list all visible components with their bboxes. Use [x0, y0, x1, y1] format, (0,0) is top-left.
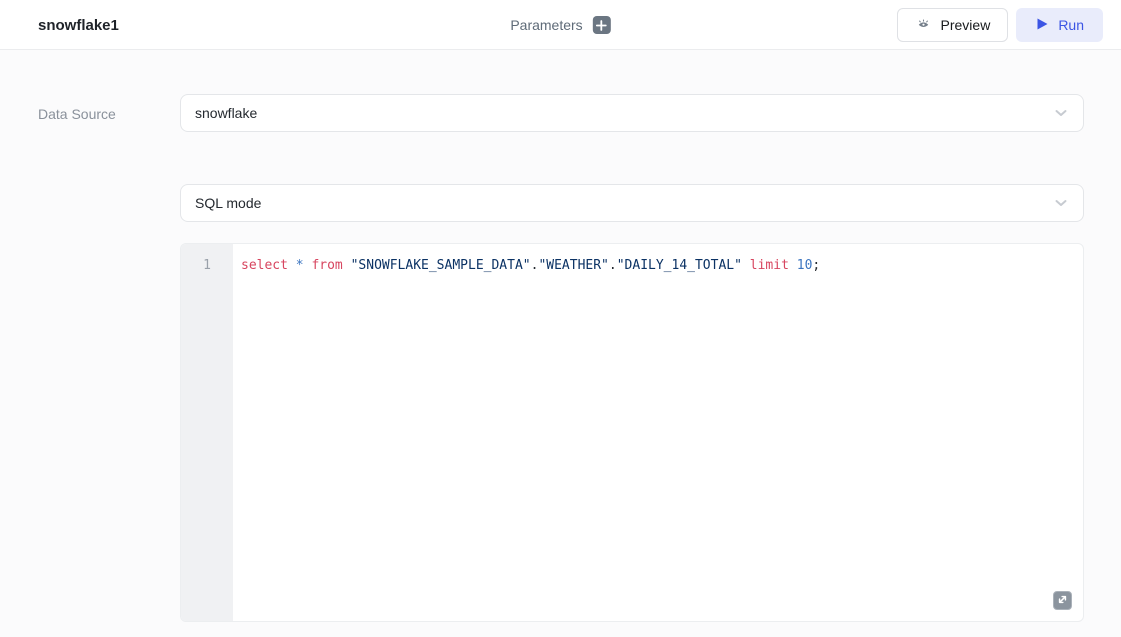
- run-button[interactable]: Run: [1016, 8, 1103, 42]
- topbar-actions: Preview Run: [897, 8, 1103, 42]
- editor-gutter: 1: [181, 244, 233, 621]
- parameters-label: Parameters: [510, 17, 582, 33]
- data-source-label: Data Source: [38, 106, 116, 122]
- sql-token: [789, 258, 797, 273]
- query-mode-value: SQL mode: [195, 195, 261, 211]
- add-parameter-button[interactable]: [593, 16, 611, 34]
- query-mode-select[interactable]: SQL mode: [180, 184, 1084, 222]
- query-title: snowflake1: [38, 0, 119, 50]
- chevron-down-icon: [1053, 195, 1069, 211]
- sql-token: limit: [750, 258, 789, 273]
- sql-token: [288, 258, 296, 273]
- plus-icon: [596, 20, 607, 31]
- run-button-label: Run: [1058, 17, 1084, 33]
- eye-icon: [915, 16, 932, 35]
- sql-token: [343, 258, 351, 273]
- sql-token: *: [296, 258, 304, 273]
- expand-editor-button[interactable]: [1053, 591, 1072, 610]
- sql-token: .: [609, 258, 617, 273]
- sql-token: "SNOWFLAKE_SAMPLE_DATA": [351, 258, 531, 273]
- data-source-select[interactable]: snowflake: [180, 94, 1084, 132]
- editor-code-area[interactable]: select * from "SNOWFLAKE_SAMPLE_DATA"."W…: [233, 244, 1083, 621]
- sql-token: [742, 258, 750, 273]
- data-source-value: snowflake: [195, 105, 257, 121]
- preview-button[interactable]: Preview: [897, 8, 1009, 42]
- preview-button-label: Preview: [941, 17, 991, 33]
- sql-token: from: [311, 258, 342, 273]
- sql-token: "WEATHER": [538, 258, 608, 273]
- topbar: snowflake1 Parameters Preview Run: [0, 0, 1121, 50]
- play-icon: [1035, 17, 1049, 34]
- sql-editor[interactable]: 1 select * from "SNOWFLAKE_SAMPLE_DATA".…: [180, 243, 1084, 622]
- parameters-section: Parameters: [510, 0, 610, 50]
- sql-token: select: [241, 258, 288, 273]
- line-number: 1: [181, 257, 233, 274]
- sql-token: 10: [797, 258, 813, 273]
- chevron-down-icon: [1053, 105, 1069, 121]
- expand-icon: [1057, 593, 1068, 608]
- sql-token: ;: [812, 258, 820, 273]
- sql-token: "DAILY_14_TOTAL": [617, 258, 742, 273]
